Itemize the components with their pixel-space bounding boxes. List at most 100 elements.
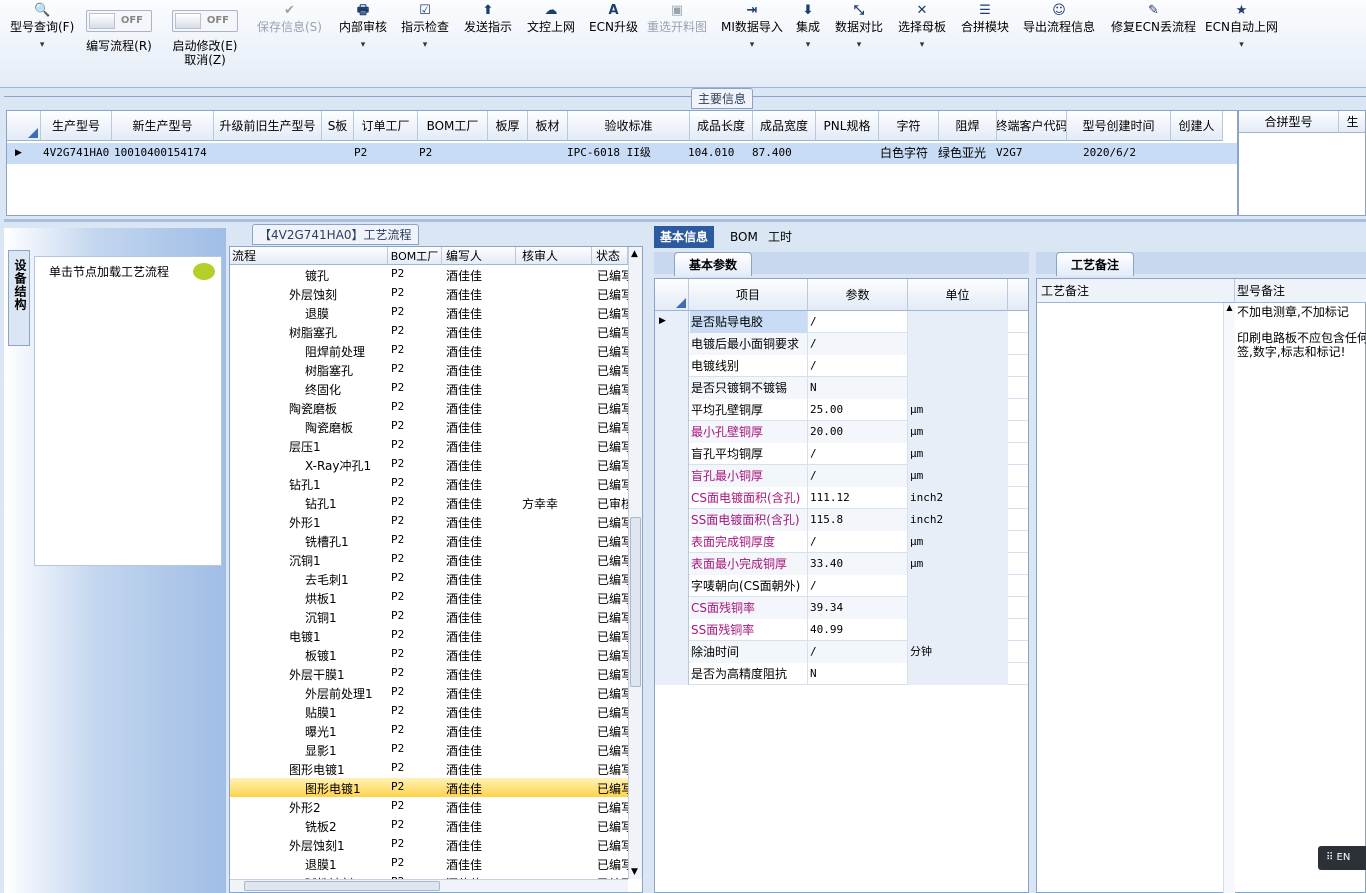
param-row[interactable]: 最小孔壁铜厚 20.00 μm	[655, 421, 1028, 443]
tree-node[interactable]: 曝光1 P2 酒佳佳 已编写	[230, 721, 628, 740]
tree-node[interactable]: −外形1P2酒佳佳已编写	[230, 512, 628, 531]
param-row[interactable]: CS面残铜率 39.34	[655, 597, 1028, 619]
row-indicator[interactable]	[655, 575, 689, 597]
merge-module-button[interactable]: ☰ 合拼模块	[961, 2, 1009, 34]
param-value[interactable]: /	[808, 531, 908, 553]
tree-node[interactable]: −外形2P2酒佳佳已编写	[230, 797, 628, 816]
param-value[interactable]: 111.12	[808, 487, 908, 509]
row-indicator[interactable]: ▶	[655, 311, 689, 333]
tree-node[interactable]: 去毛刺1 P2 酒佳佳 已编写	[230, 569, 628, 588]
column-header[interactable]: 成品宽度	[753, 111, 816, 141]
param-value[interactable]: 115.8	[808, 509, 908, 531]
column-header[interactable]: BOM工厂	[418, 111, 488, 141]
customer-cell[interactable]: V2G7	[994, 143, 1023, 163]
column-header[interactable]: 终端客户代码	[997, 111, 1067, 141]
ecn-auto-button[interactable]: ★ ECN自动上网 ▾	[1205, 2, 1278, 52]
tree-node[interactable]: 终固化 P2 酒佳佳 已编写	[230, 379, 628, 398]
param-row[interactable]: 表面完成铜厚度 / μm	[655, 531, 1028, 553]
select-mother-button[interactable]: ✕ 选择母板 ▾	[898, 2, 946, 52]
chevron-down-icon[interactable]: ▾	[1205, 38, 1278, 52]
param-row[interactable]: 盲孔最小铜厚 / μm	[655, 465, 1028, 487]
row-indicator[interactable]	[655, 465, 689, 487]
column-header[interactable]: 订单工厂	[354, 111, 418, 141]
tab-worktime[interactable]: 工时	[762, 226, 798, 248]
basic-params-tab[interactable]: 基本参数	[674, 252, 753, 276]
param-value[interactable]: N	[808, 377, 908, 399]
tree-node[interactable]: 退膜1 P2 酒佳佳 已编写	[230, 854, 628, 873]
instruction-check-button[interactable]: ☑ 指示检查 ▾	[401, 2, 449, 52]
row-indicator[interactable]	[655, 531, 689, 553]
integrate-button[interactable]: ⬇ 集成 ▾	[796, 2, 820, 52]
param-value[interactable]: 25.00	[808, 399, 908, 421]
model-cell[interactable]: 4V2G741HA0	[41, 143, 109, 163]
tree-node[interactable]: −树脂塞孔P2酒佳佳已编写	[230, 322, 628, 341]
flow-title-tab[interactable]: 【4V2G741HA0】工艺流程	[252, 224, 419, 245]
save-info-button[interactable]: ✔ 保存信息(S)	[257, 2, 322, 34]
tree-node[interactable]: −电镀1P2酒佳佳已编写	[230, 626, 628, 645]
tree-node[interactable]: 镀孔 P2 酒佳佳 已编写	[230, 265, 628, 284]
grid-corner[interactable]	[7, 111, 41, 141]
column-header[interactable]: 生产型号	[41, 111, 112, 141]
param-value[interactable]: /	[808, 355, 908, 377]
param-value[interactable]: /	[808, 465, 908, 487]
column-header[interactable]: 升级前旧生产型号	[214, 111, 322, 141]
param-row[interactable]: 电镀后最小面铜要求 /	[655, 333, 1028, 355]
mi-import-button[interactable]: ⇥ MI数据导入 ▾	[721, 2, 783, 52]
status-col-header[interactable]: 状态	[592, 247, 628, 265]
item-col-header[interactable]: 项目	[689, 279, 808, 311]
row-indicator[interactable]	[655, 399, 689, 421]
flow-col-header[interactable]: 流程	[230, 247, 388, 265]
export-flow-button[interactable]: ☺ 导出流程信息	[1023, 2, 1095, 34]
load-flow-hint[interactable]: 单击节点加载工艺流程	[49, 263, 169, 280]
column-header[interactable]: 新生产型号	[112, 111, 214, 141]
merge-header-2[interactable]: 生	[1339, 111, 1365, 133]
column-header[interactable]: 验收标准	[568, 111, 690, 141]
row-indicator[interactable]	[655, 487, 689, 509]
row-indicator[interactable]	[655, 355, 689, 377]
note-scrollbar[interactable]: ▲	[1223, 303, 1235, 893]
tree-node[interactable]: 钻孔1 P2 酒佳佳 方幸幸 已审核	[230, 493, 628, 512]
extra-col-header[interactable]	[1008, 279, 1028, 311]
bom-factory-cell[interactable]: P2	[417, 143, 432, 163]
notes-tab[interactable]: 工艺备注	[1056, 252, 1135, 276]
params-corner[interactable]	[655, 279, 689, 311]
tree-node[interactable]: −外层蚀刻1P2酒佳佳已编写	[230, 835, 628, 854]
horizontal-scrollbar[interactable]	[230, 879, 628, 892]
tree-node[interactable]: 板镀1 P2 酒佳佳 已编写	[230, 645, 628, 664]
param-value[interactable]: 20.00	[808, 421, 908, 443]
column-header[interactable]: 成品长度	[690, 111, 753, 141]
internal-review-button[interactable]: 🖶 内部审核 ▾	[339, 2, 387, 52]
column-header[interactable]: 板厚	[488, 111, 528, 141]
param-value[interactable]: 39.34	[808, 597, 908, 619]
tree-node[interactable]: 贴膜1 P2 酒佳佳 已编写	[230, 702, 628, 721]
tree-node[interactable]: 陶瓷磨板 P2 酒佳佳 已编写	[230, 417, 628, 436]
param-row[interactable]: CS面电镀面积(含孔) 111.12 inch2	[655, 487, 1028, 509]
param-row[interactable]: 是否只镀铜不镀锡 N	[655, 377, 1028, 399]
row-indicator[interactable]	[655, 597, 689, 619]
param-value[interactable]: 40.99	[808, 619, 908, 641]
column-header[interactable]: 板材	[528, 111, 568, 141]
param-row[interactable]: 平均孔壁铜厚 25.00 μm	[655, 399, 1028, 421]
char-cell[interactable]: 白色字符	[878, 143, 928, 163]
chevron-down-icon[interactable]: ▾	[721, 38, 783, 52]
tree-node[interactable]: 烘板1 P2 酒佳佳 已编写	[230, 588, 628, 607]
tree-node[interactable]: −外层蚀刻P2酒佳佳已编写	[230, 284, 628, 303]
param-row[interactable]: 除油时间 / 分钟	[655, 641, 1028, 663]
write-flow-toggle[interactable]: OFF 编写流程(R)	[86, 2, 152, 53]
vertical-scrollbar[interactable]: ▲ ▼	[628, 247, 642, 879]
row-indicator[interactable]	[655, 619, 689, 641]
language-indicator[interactable]: ⠿ EN	[1318, 846, 1366, 870]
column-header[interactable]: PNL规格	[816, 111, 879, 141]
tree-node[interactable]: 沉铜1 P2 酒佳佳 已编写	[230, 607, 628, 626]
width-cell[interactable]: 87.400	[750, 143, 792, 163]
model-note-header[interactable]: 型号备注	[1235, 279, 1366, 303]
param-value[interactable]: /	[808, 575, 908, 597]
row-indicator[interactable]	[655, 443, 689, 465]
created-cell[interactable]: 2020/6/2	[1081, 143, 1136, 163]
process-note-header[interactable]: 工艺备注	[1037, 279, 1235, 303]
tree-node[interactable]: −钻孔1P2酒佳佳已编写	[230, 474, 628, 493]
writer-col-header[interactable]: 编写人	[442, 247, 516, 265]
tree-node[interactable]: −图形电镀1P2酒佳佳已编写	[230, 759, 628, 778]
param-row[interactable]: 电镀线别 /	[655, 355, 1028, 377]
standard-cell[interactable]: IPC-6018 II级	[565, 143, 651, 163]
